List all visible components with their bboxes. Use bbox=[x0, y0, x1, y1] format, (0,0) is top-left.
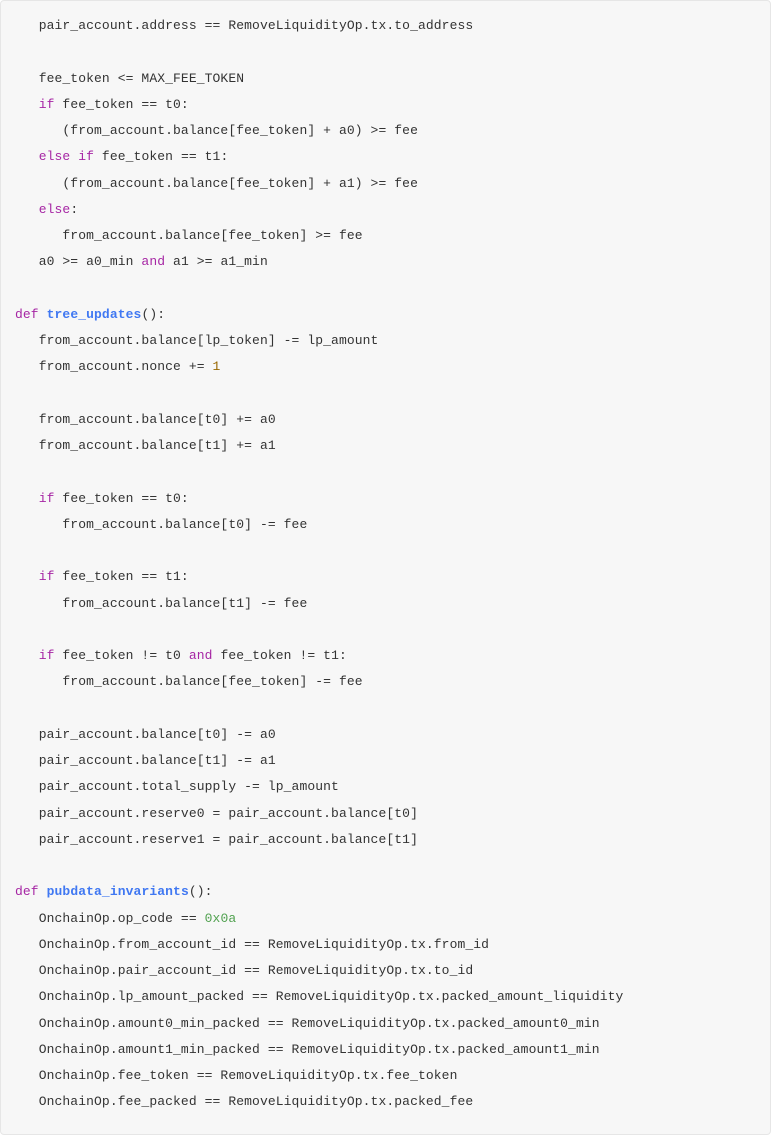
code-text: fee_token == t0: bbox=[55, 97, 189, 112]
code-text: fee_token == t1: bbox=[55, 569, 189, 584]
code-line: pair_account.address == RemoveLiquidityO… bbox=[15, 18, 473, 33]
keyword-and: and bbox=[141, 254, 165, 269]
code-line: from_account.balance[t1] -= fee bbox=[15, 596, 307, 611]
keyword-if: if bbox=[15, 97, 55, 112]
keyword-and: and bbox=[189, 648, 213, 663]
keyword-if: if bbox=[70, 149, 94, 164]
code-line: from_account.balance[t1] += a1 bbox=[15, 438, 276, 453]
code-line: pair_account.reserve1 = pair_account.bal… bbox=[15, 832, 418, 847]
number-literal: 1 bbox=[213, 359, 221, 374]
code-line: OnchainOp.amount1_min_packed == RemoveLi… bbox=[15, 1042, 600, 1057]
code-text: fee_token != t1: bbox=[213, 648, 347, 663]
code-text: OnchainOp.op_code == bbox=[15, 911, 205, 926]
code-text bbox=[39, 307, 47, 322]
function-name: pubdata_invariants bbox=[47, 884, 189, 899]
function-name: tree_updates bbox=[47, 307, 142, 322]
code-text: from_account.nonce += bbox=[15, 359, 213, 374]
code-line: OnchainOp.amount0_min_packed == RemoveLi… bbox=[15, 1016, 600, 1031]
keyword-def: def bbox=[15, 307, 39, 322]
code-line: from_account.balance[fee_token] >= fee bbox=[15, 228, 363, 243]
code-content: pair_account.address == RemoveLiquidityO… bbox=[15, 13, 756, 1116]
code-text: (): bbox=[189, 884, 213, 899]
keyword-else: else bbox=[15, 202, 70, 217]
code-text: fee_token == t1: bbox=[94, 149, 228, 164]
code-line: OnchainOp.fee_token == RemoveLiquidityOp… bbox=[15, 1068, 457, 1083]
code-line: (from_account.balance[fee_token] + a0) >… bbox=[15, 123, 418, 138]
code-line: OnchainOp.fee_packed == RemoveLiquidityO… bbox=[15, 1094, 473, 1109]
code-line: OnchainOp.lp_amount_packed == RemoveLiqu… bbox=[15, 989, 623, 1004]
code-line: pair_account.total_supply -= lp_amount bbox=[15, 779, 339, 794]
code-text: a1 >= a1_min bbox=[165, 254, 268, 269]
code-line: OnchainOp.pair_account_id == RemoveLiqui… bbox=[15, 963, 473, 978]
code-text: : bbox=[70, 202, 78, 217]
keyword-if: if bbox=[15, 491, 55, 506]
code-text: fee_token == t0: bbox=[55, 491, 189, 506]
code-line: pair_account.reserve0 = pair_account.bal… bbox=[15, 806, 418, 821]
hex-literal: 0x0a bbox=[205, 911, 237, 926]
code-line: from_account.balance[lp_token] -= lp_amo… bbox=[15, 333, 378, 348]
code-line: pair_account.balance[t0] -= a0 bbox=[15, 727, 276, 742]
code-line: from_account.balance[t0] += a0 bbox=[15, 412, 276, 427]
code-line: pair_account.balance[t1] -= a1 bbox=[15, 753, 276, 768]
code-line: OnchainOp.from_account_id == RemoveLiqui… bbox=[15, 937, 489, 952]
keyword-if: if bbox=[15, 648, 55, 663]
keyword-if: if bbox=[15, 569, 55, 584]
code-text: (): bbox=[141, 307, 165, 322]
code-text bbox=[39, 884, 47, 899]
keyword-else: else bbox=[15, 149, 70, 164]
code-line: fee_token <= MAX_FEE_TOKEN bbox=[15, 71, 244, 86]
code-block: pair_account.address == RemoveLiquidityO… bbox=[0, 0, 771, 1135]
code-line: (from_account.balance[fee_token] + a1) >… bbox=[15, 176, 418, 191]
code-text: a0 >= a0_min bbox=[15, 254, 141, 269]
keyword-def: def bbox=[15, 884, 39, 899]
code-line: from_account.balance[t0] -= fee bbox=[15, 517, 307, 532]
code-line: from_account.balance[fee_token] -= fee bbox=[15, 674, 363, 689]
code-text: fee_token != t0 bbox=[55, 648, 189, 663]
